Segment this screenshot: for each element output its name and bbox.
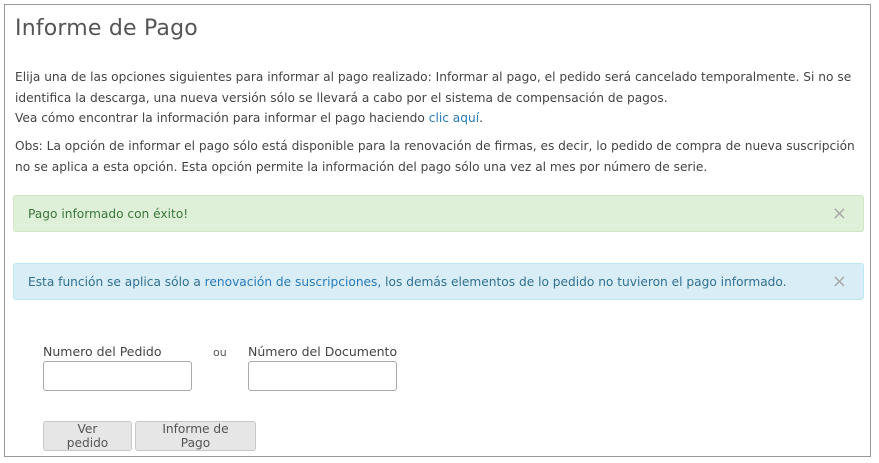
intro-help-prefix: Vea cómo encontrar la información para i… [15, 111, 429, 125]
page-title: Informe de Pago [15, 16, 198, 41]
intro-text: Elija una de las opciones siguientes par… [15, 67, 864, 129]
intro-paragraph: Elija una de las opciones siguientes par… [15, 70, 852, 105]
renewal-subscriptions-link[interactable]: renovación de suscripciones [205, 275, 378, 289]
payment-report-panel: Informe de Pago Elija una de las opcione… [4, 4, 871, 457]
click-here-link[interactable]: clic aquí [429, 111, 479, 125]
info-alert-prefix: Esta función se aplica sólo a [28, 274, 205, 289]
view-order-button[interactable]: Ver pedido [43, 421, 132, 451]
intro-help-line: Vea cómo encontrar la información para i… [15, 108, 864, 129]
info-alert: Esta función se aplica sólo a renovación… [13, 263, 864, 300]
obs-paragraph: Obs: La opción de informar el pago sólo … [15, 139, 855, 174]
document-number-label: Número del Documento [248, 344, 398, 359]
document-number-input[interactable] [248, 361, 397, 391]
info-alert-suffix: , los demás elementos de lo pedido no tu… [377, 274, 787, 289]
or-label: ou [213, 346, 227, 359]
info-alert-text: Esta función se aplica sólo a renovación… [28, 275, 787, 289]
intro-help-suffix: . [479, 111, 483, 125]
success-alert: Pago informado con éxito! × [13, 195, 864, 232]
close-icon[interactable]: × [832, 204, 849, 223]
close-icon[interactable]: × [832, 272, 849, 291]
order-number-label: Numero del Pedido [43, 344, 162, 359]
order-number-input[interactable] [43, 361, 192, 391]
obs-text: Obs: La opción de informar el pago sólo … [15, 136, 864, 177]
report-payment-button[interactable]: Informe de Pago [135, 421, 256, 451]
success-alert-text: Pago informado con éxito! [28, 206, 189, 221]
